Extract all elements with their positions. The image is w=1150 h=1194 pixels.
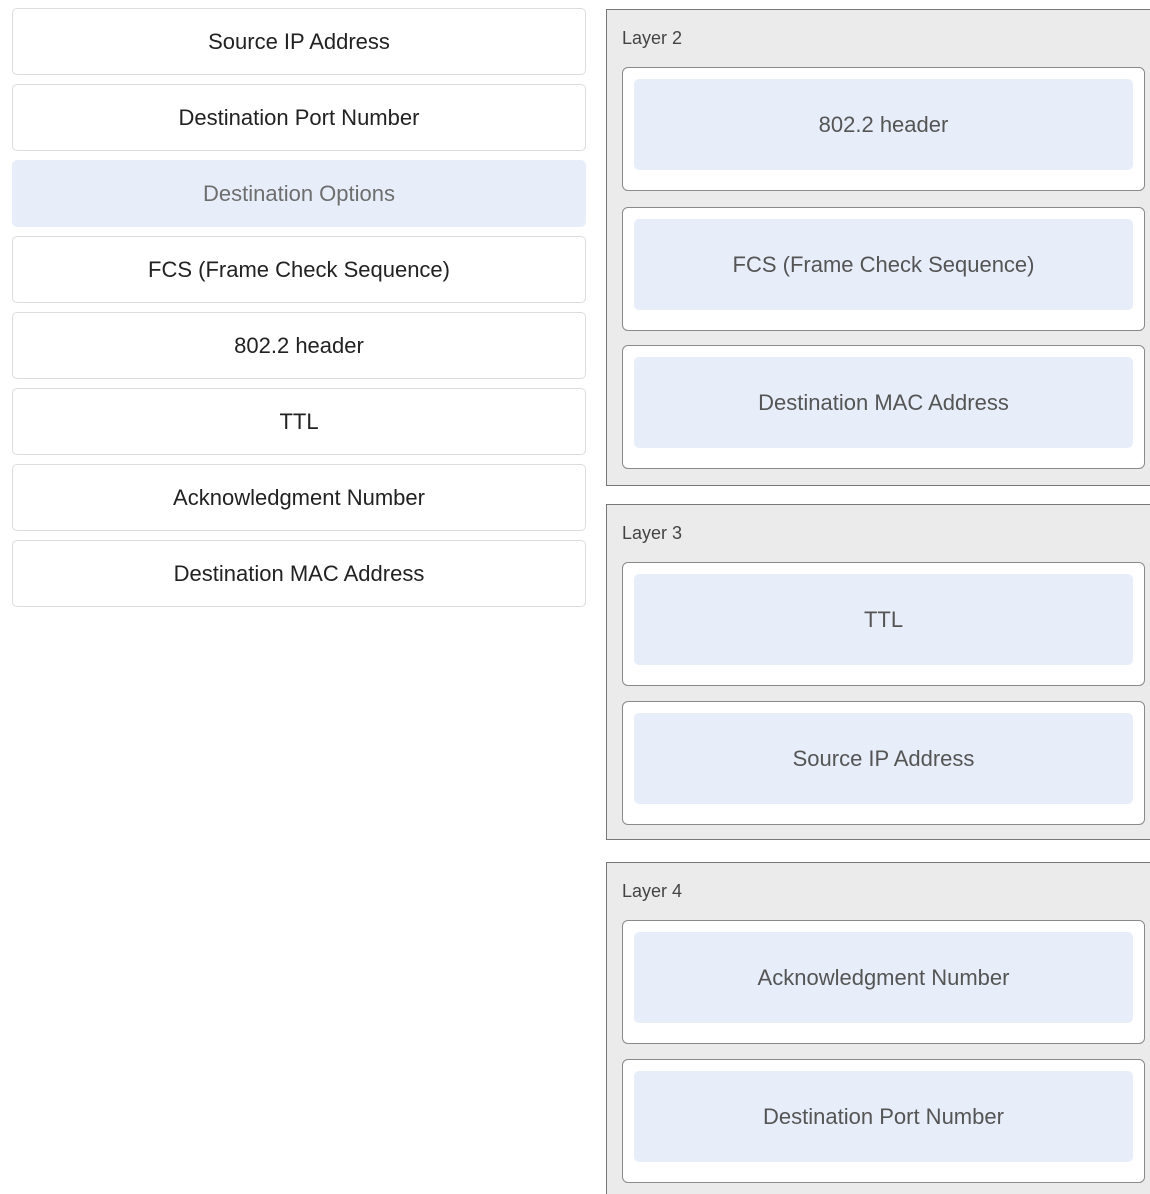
- source-item-list: Source IP Address Destination Port Numbe…: [12, 8, 586, 616]
- source-item-acknowledgment-number[interactable]: Acknowledgment Number: [12, 464, 586, 531]
- layer-3-panel: Layer 3 TTL Source IP Address: [606, 504, 1150, 840]
- source-item-destination-options[interactable]: Destination Options: [12, 160, 586, 227]
- source-item-ttl[interactable]: TTL: [12, 388, 586, 455]
- layer-4-title: Layer 4: [622, 881, 683, 901]
- layer-3-drop-slot-2[interactable]: Source IP Address: [622, 701, 1145, 825]
- source-item-destination-mac-address[interactable]: Destination MAC Address: [12, 540, 586, 607]
- layer-4-drop-slot-2[interactable]: Destination Port Number: [622, 1059, 1145, 1183]
- layer-3-drop-slot-1[interactable]: TTL: [622, 562, 1145, 686]
- drag-drop-exercise: Source IP Address Destination Port Numbe…: [0, 0, 1150, 1194]
- layer-4-drop-slot-1[interactable]: Acknowledgment Number: [622, 920, 1145, 1044]
- source-item-fcs[interactable]: FCS (Frame Check Sequence): [12, 236, 586, 303]
- dropped-item-fcs[interactable]: FCS (Frame Check Sequence): [634, 219, 1133, 310]
- layer-2-drop-slot-2[interactable]: FCS (Frame Check Sequence): [622, 207, 1145, 331]
- dropped-item-acknowledgment-number[interactable]: Acknowledgment Number: [634, 932, 1133, 1023]
- dropped-item-source-ip-address[interactable]: Source IP Address: [634, 713, 1133, 804]
- layer-2-title: Layer 2: [622, 28, 683, 48]
- dropped-item-destination-port-number[interactable]: Destination Port Number: [634, 1071, 1133, 1162]
- dropped-item-destination-mac-address[interactable]: Destination MAC Address: [634, 357, 1133, 448]
- source-item-destination-port-number[interactable]: Destination Port Number: [12, 84, 586, 151]
- dropped-item-ttl[interactable]: TTL: [634, 574, 1133, 665]
- source-item-802-2-header[interactable]: 802.2 header: [12, 312, 586, 379]
- layer-2-drop-slot-1[interactable]: 802.2 header: [622, 67, 1145, 191]
- layer-2-panel: Layer 2 802.2 header FCS (Frame Check Se…: [606, 9, 1150, 486]
- dropped-item-802-2-header[interactable]: 802.2 header: [634, 79, 1133, 170]
- layer-2-drop-slot-3[interactable]: Destination MAC Address: [622, 345, 1145, 469]
- layer-4-panel: Layer 4 Acknowledgment Number Destinatio…: [606, 862, 1150, 1194]
- layer-3-title: Layer 3: [622, 523, 683, 543]
- source-item-source-ip-address[interactable]: Source IP Address: [12, 8, 586, 75]
